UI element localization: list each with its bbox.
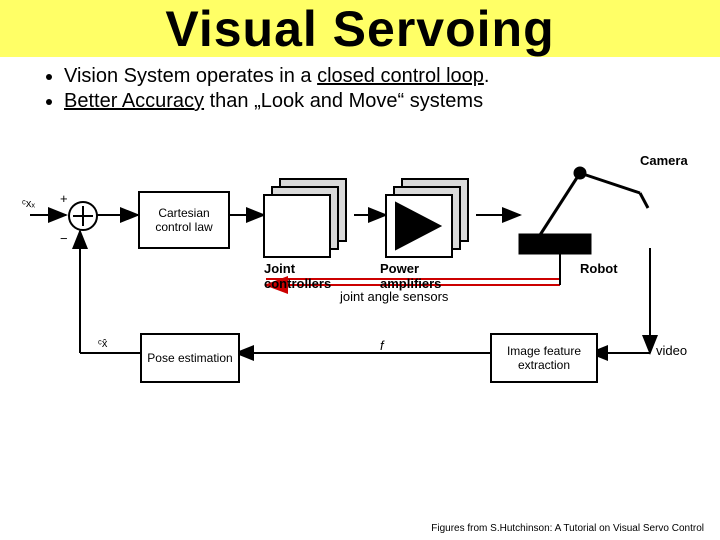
pose-estimation-block: Pose estimation bbox=[140, 333, 240, 383]
feedback-symbol: ᶜx̂ bbox=[98, 338, 107, 350]
bullet-1: Vision System operates in a closed contr… bbox=[64, 65, 720, 88]
bullet-list: Vision System operates in a closed contr… bbox=[24, 65, 720, 113]
citation: Figures from S.Hutchinson: A Tutorial on… bbox=[431, 523, 704, 534]
f-symbol: f bbox=[380, 338, 384, 353]
page-title: Visual Servoing bbox=[0, 2, 720, 57]
bullet-2-underline: Better Accuracy bbox=[64, 90, 204, 112]
bullet-1-pre: Vision System operates in a bbox=[64, 65, 317, 87]
minus-sign: − bbox=[60, 231, 68, 246]
bullet-1-underline: closed control loop bbox=[317, 65, 484, 87]
cartesian-control-law-block: Cartesian control law bbox=[138, 191, 230, 249]
robot-label: Robot bbox=[580, 261, 618, 276]
power-amplifiers-label: Power amplifiers bbox=[380, 261, 480, 291]
bullet-2: Better Accuracy than „Look and Move“ sys… bbox=[64, 90, 720, 113]
plus-sign: + bbox=[60, 191, 68, 206]
input-symbol: ᶜxₓ bbox=[22, 198, 35, 210]
camera-label: Camera bbox=[640, 153, 688, 168]
title-band: Visual Servoing bbox=[0, 0, 720, 57]
image-feature-extraction-block: Image feature extraction bbox=[490, 333, 598, 383]
summing-junction-icon bbox=[68, 201, 98, 231]
joint-controllers-label: Joint controllers bbox=[264, 261, 354, 291]
video-label: video bbox=[656, 343, 687, 358]
block-diagram: ᶜxₓ + − Cartesian control law Joint cont… bbox=[20, 143, 700, 443]
joint-angle-sensors-label: joint angle sensors bbox=[340, 289, 448, 304]
bullet-1-post: . bbox=[484, 65, 490, 87]
bullet-2-post: than „Look and Move“ systems bbox=[204, 90, 483, 112]
